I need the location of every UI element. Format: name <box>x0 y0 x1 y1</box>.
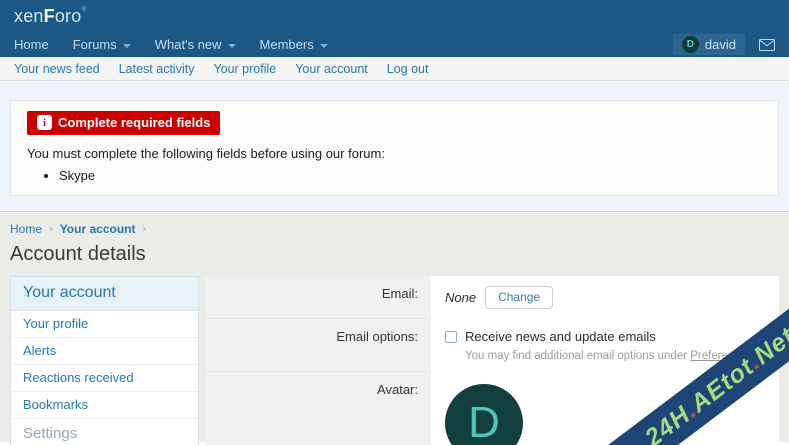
breadcrumb-separator-icon: › <box>49 223 53 235</box>
breadcrumb-home[interactable]: Home <box>10 222 42 236</box>
email-options-label: Email options: <box>205 319 431 372</box>
app-header: xenForo® Home Forums What's new Members … <box>0 0 789 57</box>
nav-whats-new-label: What's new <box>155 37 222 52</box>
receive-news-checkbox[interactable] <box>445 331 457 343</box>
secondary-nav: Your news feed Latest activity Your prof… <box>0 57 789 81</box>
nav-forums-label: Forums <box>73 37 117 52</box>
username: david <box>705 37 736 52</box>
missing-fields-list: Skype <box>27 168 762 183</box>
notice-section: i Complete required fields You must comp… <box>0 81 789 212</box>
logo-row: xenForo® <box>0 0 789 32</box>
info-icon: i <box>37 115 52 130</box>
avatar-label: Avatar: <box>205 372 431 445</box>
hint-period: . <box>752 350 755 362</box>
conversations-button[interactable] <box>759 39 775 51</box>
email-options-row: Email options: Receive news and update e… <box>205 319 779 372</box>
nav-members-label: Members <box>260 37 314 52</box>
change-email-button[interactable]: Change <box>485 286 553 309</box>
nav-item-members[interactable]: Members <box>260 37 328 52</box>
nav-home-label: Home <box>14 37 49 52</box>
email-options-cell: Receive news and update emails You may f… <box>431 319 779 372</box>
email-options-hint: You may find additional email options un… <box>445 350 765 362</box>
account-details-form: Email: None Change Email options: Receiv… <box>205 276 779 445</box>
subnav-your-news-feed[interactable]: Your news feed <box>14 62 100 76</box>
sidebar-item-your-profile[interactable]: Your profile <box>11 311 198 338</box>
sidebar-header-your-account[interactable]: Your account <box>11 277 198 311</box>
complete-required-fields-button[interactable]: i Complete required fields <box>27 111 220 135</box>
chevron-down-icon <box>320 44 328 48</box>
subnav-your-account[interactable]: Your account <box>295 62 368 76</box>
breadcrumb-your-account[interactable]: Your account <box>60 222 136 236</box>
page-title: Account details <box>10 243 779 266</box>
email-current-value: None <box>445 290 476 305</box>
breadcrumb: Home › Your account › <box>10 222 779 236</box>
logo-part-xen: xen <box>14 6 44 26</box>
xenforo-logo[interactable]: xenForo® <box>14 6 87 27</box>
page-body: Home › Your account › Account details Yo… <box>0 212 789 442</box>
hint-text: You may find additional email options un… <box>465 350 690 362</box>
avatar-row: Avatar: D <box>205 372 779 445</box>
sidebar-item-bookmarks[interactable]: Bookmarks <box>11 392 198 419</box>
chevron-down-icon <box>228 44 236 48</box>
alert-message: You must complete the following fields b… <box>27 146 762 161</box>
account-sidebar: Your account Your profile Alerts Reactio… <box>10 276 199 445</box>
envelope-icon <box>759 39 775 51</box>
avatar-cell: D <box>431 372 779 445</box>
main-nav: Home Forums What's new Members D david <box>0 32 789 57</box>
subnav-latest-activity[interactable]: Latest activity <box>119 62 195 76</box>
user-avatar-large[interactable]: D <box>445 384 523 445</box>
alert-button-label: Complete required fields <box>58 115 210 130</box>
email-row: Email: None Change <box>205 276 779 319</box>
receive-news-label[interactable]: Receive news and update emails <box>465 329 656 344</box>
breadcrumb-separator-icon: › <box>142 223 146 235</box>
content-columns: Your account Your profile Alerts Reactio… <box>10 276 779 445</box>
sidebar-section-settings: Settings <box>11 419 198 445</box>
account-menu-tab[interactable]: D david <box>673 34 745 55</box>
required-fields-alert: i Complete required fields You must comp… <box>10 100 779 196</box>
nav-item-home[interactable]: Home <box>14 37 49 52</box>
subnav-log-out[interactable]: Log out <box>387 62 429 76</box>
email-value-cell: None Change <box>431 276 779 319</box>
logo-part-oro: oro <box>55 6 82 26</box>
missing-field-item: Skype <box>59 168 762 183</box>
email-label: Email: <box>205 276 431 319</box>
registered-mark: ® <box>81 6 86 13</box>
nav-item-whats-new[interactable]: What's new <box>155 37 236 52</box>
sidebar-item-alerts[interactable]: Alerts <box>11 338 198 365</box>
nav-item-forums[interactable]: Forums <box>73 37 131 52</box>
logo-part-f: F <box>44 6 55 26</box>
subnav-your-profile[interactable]: Your profile <box>213 62 276 76</box>
user-avatar-mini: D <box>682 36 699 53</box>
chevron-down-icon <box>123 44 131 48</box>
preferences-link[interactable]: Preferences <box>690 350 752 362</box>
sidebar-item-reactions-received[interactable]: Reactions received <box>11 365 198 392</box>
